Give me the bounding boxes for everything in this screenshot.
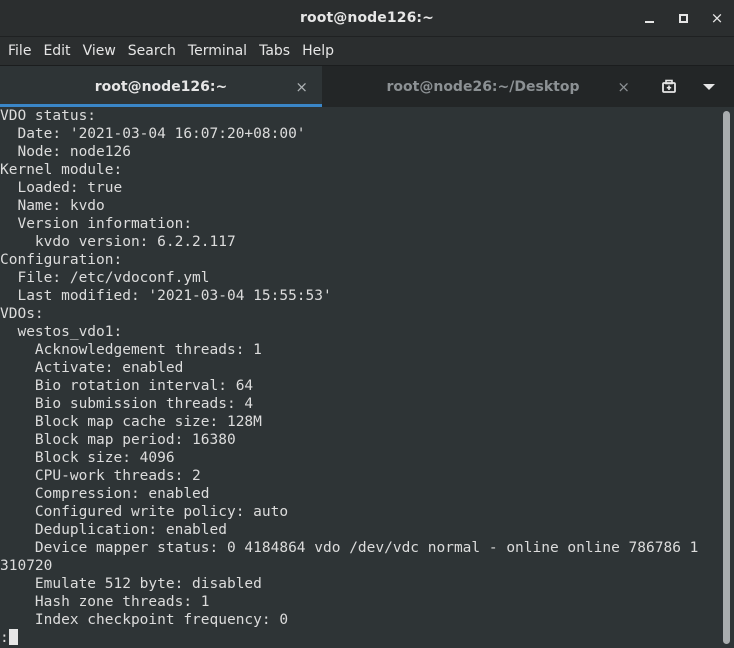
close-window-button[interactable]: ×: [700, 0, 734, 37]
terminal-prompt-line: :: [0, 629, 720, 647]
maximize-icon: [678, 14, 688, 23]
scrollbar-thumb[interactable]: [723, 111, 730, 644]
close-tab-icon[interactable]: ×: [617, 78, 630, 96]
tab-label: root@node126:~: [94, 78, 228, 95]
window-controls: ×: [632, 0, 734, 37]
terminal-output[interactable]: VDO status: Date: '2021-03-04 16:07:20+0…: [0, 107, 720, 648]
menu-terminal[interactable]: Terminal: [182, 37, 253, 65]
terminal-line: Bio submission threads: 4: [0, 396, 254, 412]
terminal-line: kvdo version: 6.2.2.117: [0, 234, 236, 250]
terminal-line: Device mapper status: 0 4184864 vdo /dev…: [0, 540, 699, 556]
terminal-line: Configuration:: [0, 252, 123, 268]
terminal-line: westos_vdo1:: [0, 324, 123, 340]
terminal-line: Acknowledgement threads: 1: [0, 342, 262, 358]
terminal-line: Name: kvdo: [0, 198, 105, 214]
tab-node126[interactable]: root@node126:~ ×: [0, 66, 322, 107]
terminal-line: Hash zone threads: 1: [0, 594, 210, 610]
chevron-down-icon: [703, 83, 715, 90]
terminal-line: VDO status:: [0, 108, 97, 124]
menu-search[interactable]: Search: [122, 37, 182, 65]
terminal-line: File: /etc/vdoconf.yml: [0, 270, 210, 286]
terminal-line: Deduplication: enabled: [0, 522, 227, 538]
terminal-line: Bio rotation interval: 64: [0, 378, 254, 394]
terminal-line: VDOs:: [0, 306, 44, 322]
terminal-line: Last modified: '2021-03-04 15:55:53': [0, 288, 332, 304]
window-titlebar[interactable]: root@node126:~ ×: [0, 0, 734, 37]
tab-label: root@node26:~/Desktop: [386, 78, 580, 95]
tabs-menu-button[interactable]: [692, 72, 726, 102]
tab-bar: root@node126:~ × root@node26:~/Desktop ×: [0, 65, 734, 107]
menu-file[interactable]: File: [2, 37, 37, 65]
terminal-line: Activate: enabled: [0, 360, 184, 376]
terminal-line: Version information:: [0, 216, 193, 232]
close-icon: ×: [710, 9, 724, 27]
menubar: File Edit View Search Terminal Tabs Help: [0, 37, 734, 65]
window-title: root@node126:~: [300, 10, 434, 26]
tab-node26-desktop[interactable]: root@node26:~/Desktop ×: [322, 66, 644, 107]
terminal-line: 310720: [0, 558, 53, 574]
menu-edit[interactable]: Edit: [37, 37, 76, 65]
close-tab-icon[interactable]: ×: [295, 78, 308, 96]
terminal-line: Block map cache size: 128M: [0, 414, 262, 430]
terminal-line: Block map period: 16380: [0, 432, 236, 448]
minimize-icon: [644, 20, 654, 23]
terminal-line: Block size: 4096: [0, 450, 175, 466]
terminal-line: Compression: enabled: [0, 486, 210, 502]
terminal-line: Node: node126: [0, 144, 131, 160]
pager-prompt: :: [0, 630, 9, 646]
tab-tools: [644, 66, 734, 107]
terminal-line: Emulate 512 byte: disabled: [0, 576, 262, 592]
menu-tabs[interactable]: Tabs: [253, 37, 296, 65]
minimize-button[interactable]: [632, 0, 666, 37]
maximize-button[interactable]: [666, 0, 700, 37]
terminal-scrollbar[interactable]: [720, 107, 734, 648]
terminal-line: Configured write policy: auto: [0, 504, 289, 520]
menu-help[interactable]: Help: [296, 37, 340, 65]
menu-view[interactable]: View: [77, 37, 122, 65]
terminal-line: CPU-work threads: 2: [0, 468, 201, 484]
text-cursor: [8, 629, 18, 645]
terminal-line: Kernel module:: [0, 162, 123, 178]
terminal-line: Loaded: true: [0, 180, 123, 196]
new-tab-button[interactable]: [652, 72, 686, 102]
new-tab-icon: [662, 79, 676, 93]
terminal-line: Date: '2021-03-04 16:07:20+08:00': [0, 126, 306, 142]
terminal-line: Index checkpoint frequency: 0: [0, 612, 289, 628]
